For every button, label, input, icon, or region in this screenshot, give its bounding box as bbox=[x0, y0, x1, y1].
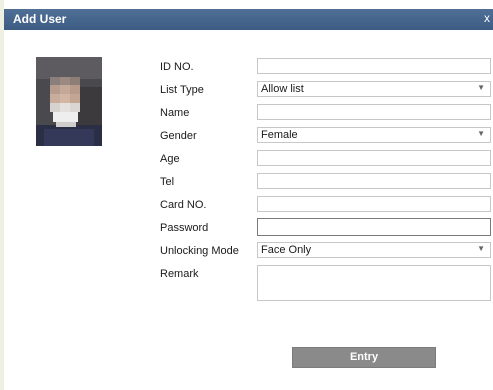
unlocking-mode-select[interactable]: Face Only ▼ bbox=[257, 242, 491, 258]
user-photo-image bbox=[36, 57, 102, 146]
id-no-input[interactable] bbox=[257, 58, 491, 74]
close-icon[interactable]: x bbox=[477, 11, 493, 27]
add-user-dialog: Add User x ID NO. List Type Allow list ▼… bbox=[0, 0, 493, 390]
name-label: Name bbox=[160, 107, 190, 119]
card-no-label: Card NO. bbox=[160, 199, 207, 211]
gender-select[interactable]: Female ▼ bbox=[257, 127, 491, 143]
tel-input[interactable] bbox=[257, 173, 491, 189]
entry-button[interactable]: Entry bbox=[292, 347, 436, 368]
name-input[interactable] bbox=[257, 104, 491, 120]
remark-textarea[interactable] bbox=[257, 265, 491, 301]
chevron-down-icon: ▼ bbox=[477, 129, 485, 138]
dialog-titlebar: Add User x bbox=[4, 9, 493, 30]
chevron-down-icon: ▼ bbox=[477, 244, 485, 253]
tel-label: Tel bbox=[160, 176, 175, 188]
unlocking-mode-value: Face Only bbox=[261, 244, 312, 256]
user-photo bbox=[36, 57, 102, 146]
list-type-label: List Type bbox=[160, 84, 204, 96]
list-type-value: Allow list bbox=[261, 83, 304, 95]
card-no-input[interactable] bbox=[257, 196, 491, 212]
list-type-select[interactable]: Allow list ▼ bbox=[257, 81, 491, 97]
dialog-title: Add User bbox=[13, 12, 67, 26]
gender-value: Female bbox=[261, 129, 298, 141]
chevron-down-icon: ▼ bbox=[477, 83, 485, 92]
password-input[interactable] bbox=[257, 218, 491, 236]
unlocking-mode-label: Unlocking Mode bbox=[160, 245, 239, 257]
gender-label: Gender bbox=[160, 130, 197, 142]
remark-label: Remark bbox=[160, 268, 199, 280]
age-label: Age bbox=[160, 153, 180, 165]
password-label: Password bbox=[160, 222, 209, 234]
age-input[interactable] bbox=[257, 150, 491, 166]
id-no-label: ID NO. bbox=[160, 61, 194, 73]
